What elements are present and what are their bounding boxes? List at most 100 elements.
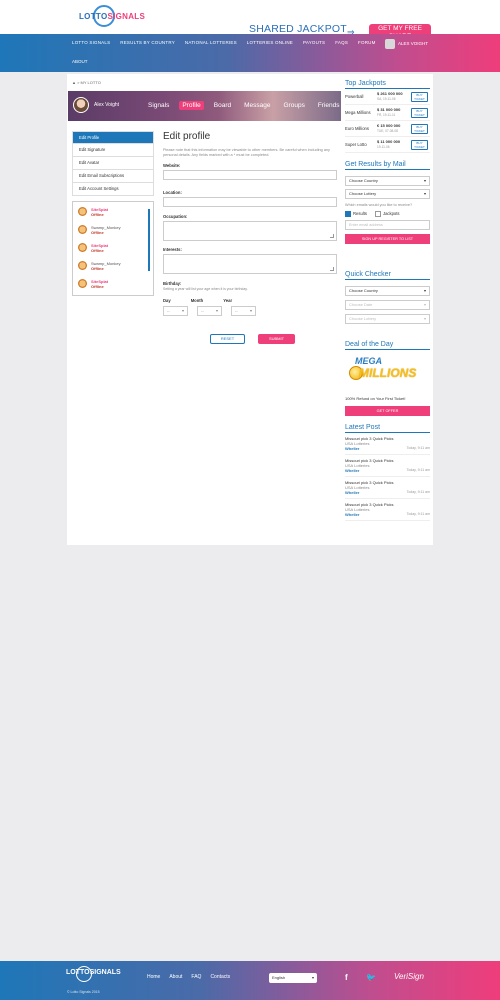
- occupation-label: Occupation:: [163, 214, 188, 219]
- occupation-field[interactable]: [163, 221, 337, 241]
- list-item[interactable]: Missouri pick 3 Quick Picks USA Lotterie…: [345, 499, 430, 521]
- tab-message[interactable]: Message: [241, 101, 273, 110]
- email-field[interactable]: Enter email address: [345, 219, 430, 230]
- sidebar-item-edit-email-subscriptions[interactable]: Edit Email Subscriptions: [72, 170, 154, 183]
- year-select[interactable]: --: [231, 306, 256, 316]
- nav-item-national-lotteries[interactable]: NATIONAL LOTTERIES: [185, 40, 237, 45]
- deal-title: Deal of the Day: [345, 341, 430, 350]
- tab-friends[interactable]: Friends: [315, 101, 343, 110]
- logo[interactable]: LOTTOSIGNALS: [79, 5, 145, 27]
- list-item[interactable]: SiteSplat Offline: [78, 279, 108, 289]
- top-jackpots-widget: Top Jackpots Powerball $ 261 000 000 SA, …: [345, 80, 430, 153]
- latest-post-widget: Latest Post Missouri pick 3 Quick Picks …: [345, 424, 430, 521]
- nav-item-about[interactable]: ABOUT: [72, 59, 88, 64]
- list-item[interactable]: SiteSplat Offline: [78, 243, 108, 253]
- deal-of-the-day-widget: Deal of the Day MEGA MILLIONS 100% Refun…: [345, 341, 430, 416]
- month-select[interactable]: --: [197, 306, 222, 316]
- footer-link-about[interactable]: About: [169, 974, 182, 980]
- footer-logo[interactable]: LOTTOSIGNALS: [66, 966, 121, 982]
- profile-sidebar: Edit Profile Edit Signature Edit Avatar …: [72, 131, 154, 196]
- nav-item-lotteries-online[interactable]: LOTTERIES ONLINE: [247, 40, 293, 45]
- checkbox-icon: [374, 210, 381, 217]
- footer-link-home[interactable]: Home: [147, 974, 160, 980]
- mega-millions-logo: MEGA MILLIONS: [345, 354, 430, 394]
- get-offer-button[interactable]: GET OFFER: [345, 406, 430, 416]
- tab-board[interactable]: Board: [211, 101, 234, 110]
- user-avatar[interactable]: [385, 39, 395, 49]
- sidebar-item-edit-account-settings[interactable]: Edit Account Settings: [72, 183, 154, 196]
- sidebar-item-edit-signature[interactable]: Edit Signature: [72, 144, 154, 157]
- tab-groups[interactable]: Groups: [281, 101, 308, 110]
- list-item[interactable]: Missouri pick 3 Quick Picks USA Lotterie…: [345, 433, 430, 455]
- form-note: Please note that this information may be…: [163, 148, 330, 157]
- avatar: [78, 225, 87, 234]
- language-select[interactable]: English: [269, 973, 317, 983]
- jackpots-checkbox[interactable]: Jackpots: [374, 210, 400, 217]
- deal-refund-text: 100% Refund on Your First Ticket!: [345, 396, 406, 401]
- sidebar-item-edit-avatar[interactable]: Edit Avatar: [72, 157, 154, 170]
- location-field[interactable]: [163, 197, 337, 207]
- twitter-icon[interactable]: 🐦: [366, 973, 376, 982]
- avatar: [78, 207, 87, 216]
- profile-name: Alex Voight: [94, 102, 120, 108]
- tab-signals[interactable]: Signals: [145, 101, 172, 110]
- buy-ticket-button[interactable]: BUY TICKET: [411, 107, 428, 118]
- avatar: [78, 261, 87, 270]
- buy-ticket-button[interactable]: BUY TICKET: [411, 91, 428, 102]
- friends-list: SiteSplat Offline Swamp_Monkey Offline Sit…: [72, 201, 154, 296]
- sidebar-item-edit-profile[interactable]: Edit Profile: [72, 131, 154, 144]
- quick-checker-widget: Quick Checker Choose Country Choose Date…: [345, 271, 430, 324]
- website-field[interactable]: [163, 170, 337, 180]
- top-bar: LOTTOSIGNALS SHARED JACKPOT ⇒ GET MY FRE…: [0, 0, 500, 43]
- location-label: Location:: [163, 190, 182, 195]
- checker-date-select[interactable]: Choose Date: [345, 300, 430, 310]
- birthday-note: Setting a year will list your age when i…: [163, 287, 248, 291]
- latest-post-title: Latest Post: [345, 424, 430, 433]
- country-select[interactable]: Choose Country: [345, 176, 430, 186]
- reset-button[interactable]: RESET: [210, 334, 245, 344]
- buy-ticket-button[interactable]: BUY TICKET: [411, 123, 428, 134]
- list-item[interactable]: Swamp_Monkey Offline: [78, 261, 121, 271]
- list-item[interactable]: Missouri pick 3 Quick Picks USA Lotterie…: [345, 477, 430, 499]
- buy-ticket-button[interactable]: BUY TICKET: [411, 139, 428, 150]
- tab-profile[interactable]: Profile: [179, 101, 204, 110]
- sign-up-button[interactable]: SIGN UP REGISTER TO LIST: [345, 233, 430, 244]
- list-item[interactable]: Swamp_Monkey Offline: [78, 225, 121, 235]
- table-row: Euro Millions € 15 000 000 TUE, 07-08-08 …: [345, 121, 430, 137]
- nav-item-results-by-country[interactable]: RESULTS BY COUNTRY: [120, 40, 175, 45]
- checker-country-select[interactable]: Choose Country: [345, 286, 430, 296]
- results-by-mail-title: Get Results by Mail: [345, 161, 430, 170]
- logo-text-left: LOTTO: [79, 11, 108, 21]
- checker-lottery-select[interactable]: Choose Lottery: [345, 314, 430, 324]
- facebook-icon[interactable]: f: [345, 973, 348, 982]
- scrollbar[interactable]: [148, 209, 150, 271]
- footer-link-contacts[interactable]: Contacts: [210, 974, 230, 980]
- nav-item-payouts[interactable]: PAYOUTS: [303, 40, 325, 45]
- results-checkbox[interactable]: Results: [345, 210, 367, 217]
- birthday-label: Birthday:: [163, 281, 182, 286]
- results-by-mail-widget: Get Results by Mail Choose Country Choos…: [345, 161, 430, 244]
- footer-link-faq[interactable]: FAQ: [191, 974, 201, 980]
- interests-field[interactable]: [163, 254, 337, 274]
- interests-label: Interests:: [163, 247, 182, 252]
- list-item[interactable]: SiteSplat Offline: [78, 207, 108, 217]
- nav-item-forum[interactable]: FORUM: [358, 40, 376, 45]
- website-label: Website:: [163, 163, 181, 168]
- day-select[interactable]: --: [163, 306, 188, 316]
- submit-button[interactable]: SUBMIT: [258, 334, 295, 344]
- table-row: Super Lotto $ 11 000 000 19-11-06 BUY TIC…: [345, 137, 430, 153]
- lottery-select[interactable]: Choose Lottery: [345, 189, 430, 199]
- list-item[interactable]: Missouri pick 3 Quick Picks USA Lotterie…: [345, 455, 430, 477]
- nav-item-lotto-signals[interactable]: LOTTO SIGNALS: [72, 40, 110, 45]
- logo-ring-icon: [76, 966, 92, 982]
- edit-profile-form: Edit profile Please note that this infor…: [163, 131, 338, 316]
- month-label: Month: [190, 298, 204, 303]
- nav-item-faqs[interactable]: FAQS: [335, 40, 348, 45]
- verisign-logo: VeriSign: [394, 972, 424, 981]
- breadcrumb[interactable]: ▲ > MY LOTTO: [72, 80, 101, 85]
- copyright: © Lotto Signals 2015: [67, 990, 100, 994]
- table-row: Mega Millions $ 31 000 000 FR, 19-11-11 B…: [345, 105, 430, 121]
- user-menu[interactable]: ALEX VOIGHT: [398, 41, 428, 46]
- footer: LOTTOSIGNALS © Lotto Signals 2015 Home A…: [0, 961, 500, 1000]
- top-jackpots-title: Top Jackpots: [345, 80, 430, 89]
